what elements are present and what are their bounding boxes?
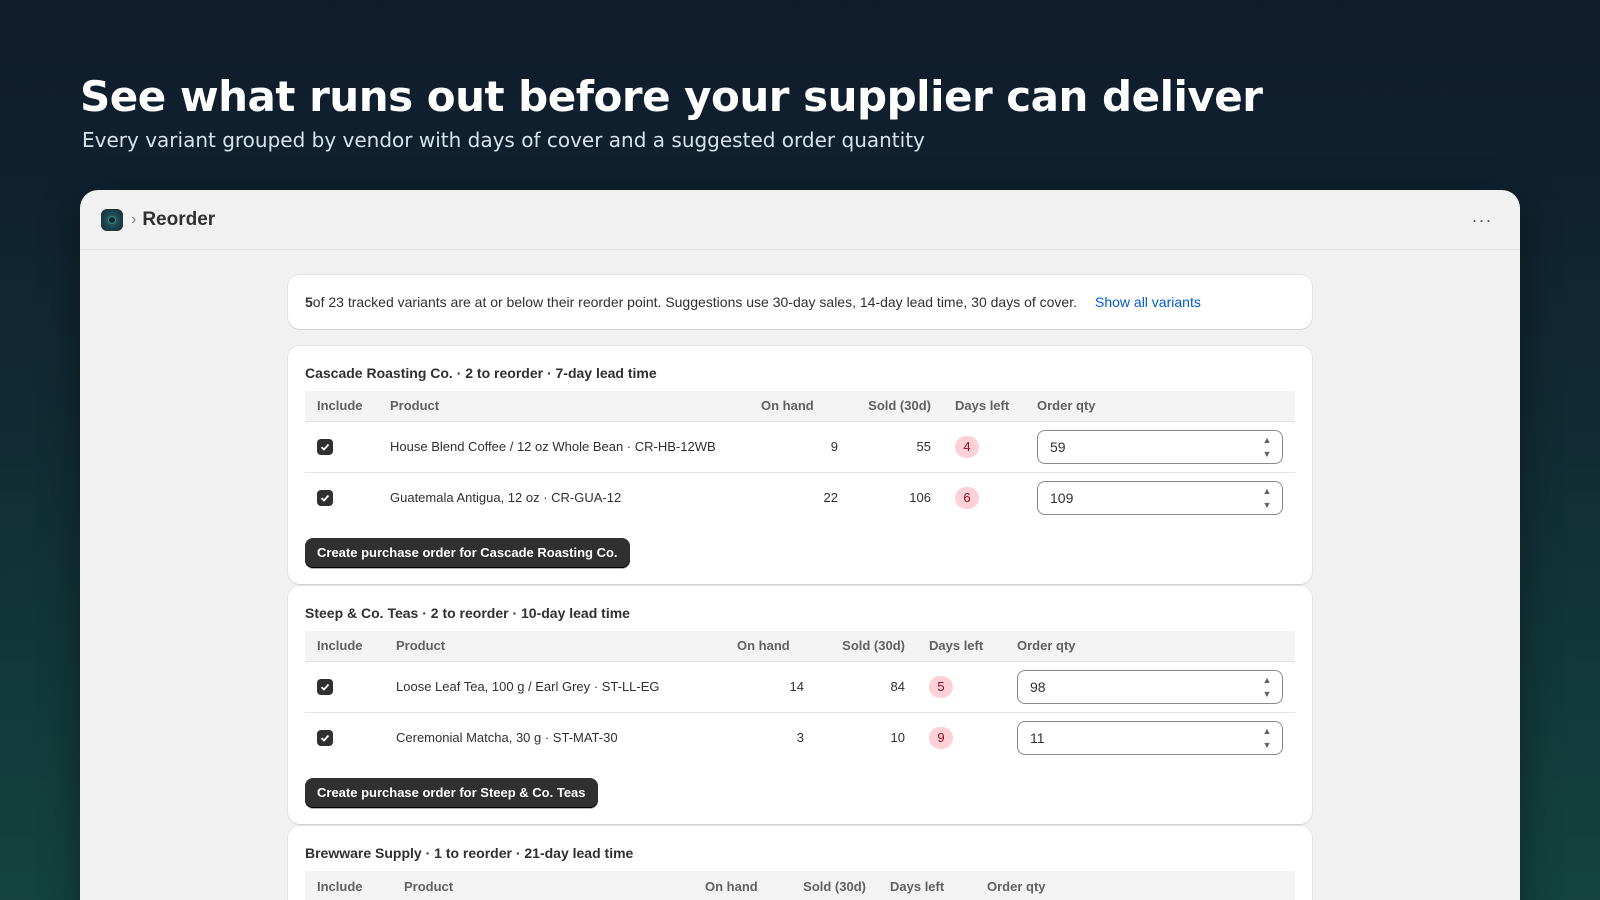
banner-count: 5 <box>305 294 313 310</box>
col-sold: Sold (30d) <box>803 878 866 894</box>
create-po-button[interactable]: Create purchase order for Cascade Roasti… <box>305 538 630 568</box>
include-checkbox[interactable] <box>317 678 333 695</box>
table-row: Guatemala Antigua, 12 oz · CR-GUA-12 22 … <box>305 471 1295 523</box>
chevron-down-icon[interactable]: ▼ <box>1263 499 1272 511</box>
on-hand-value: 22 <box>749 471 850 523</box>
chevron-up-icon[interactable]: ▲ <box>1263 485 1272 497</box>
vendor-card: Steep & Co. Teas · 2 to reorder · 10-day… <box>288 586 1312 824</box>
col-on-hand: On hand <box>761 398 814 414</box>
col-product: Product <box>396 638 446 654</box>
reorder-table: Include Product On hand Sold (30d) Days … <box>305 631 1295 763</box>
qty-stepper[interactable]: ▲ ▼ <box>1258 485 1276 511</box>
summary-banner: 5 of 23 tracked variants are at or below… <box>288 275 1312 329</box>
col-sold: Sold (30d) <box>868 398 931 414</box>
more-actions-button[interactable]: ··· <box>1470 208 1494 232</box>
table-header: Include Product On hand Sold (30d) Days … <box>305 391 1295 421</box>
order-qty-input[interactable]: 59 ▲ ▼ <box>1037 429 1283 464</box>
col-include: Include <box>317 878 363 894</box>
table-row: Ceremonial Matcha, 30 g · ST-MAT-30 3 10… <box>305 711 1295 763</box>
page-title: Reorder <box>142 208 216 230</box>
order-qty-input[interactable]: 109 ▲ ▼ <box>1037 480 1283 515</box>
col-order-qty: Order qty <box>1037 398 1096 414</box>
chevron-down-icon[interactable]: ▼ <box>1263 688 1272 700</box>
col-on-hand: On hand <box>737 638 790 654</box>
vendor-card: Cascade Roasting Co. · 2 to reorder · 7-… <box>288 346 1312 584</box>
days-left-badge: 6 <box>955 486 979 509</box>
order-qty-value: 59 <box>1050 438 1066 455</box>
col-product: Product <box>404 878 454 894</box>
checkmark-icon <box>320 494 330 502</box>
chevron-up-icon[interactable]: ▲ <box>1263 725 1272 737</box>
sold-value: 10 <box>816 711 917 763</box>
table-row: House Blend Coffee / 12 oz Whole Bean · … <box>305 420 1295 472</box>
table-header: Include Product On hand Sold (30d) Days … <box>305 871 1295 900</box>
days-left-badge: 5 <box>929 675 953 698</box>
table-row: Loose Leaf Tea, 100 g / Earl Grey · ST-L… <box>305 660 1295 712</box>
qty-stepper[interactable]: ▲ ▼ <box>1258 434 1276 460</box>
col-order-qty: Order qty <box>1017 638 1076 654</box>
app-logo-icon[interactable] <box>101 208 123 231</box>
order-qty-value: 98 <box>1030 678 1046 695</box>
order-qty-input[interactable]: 98 ▲ ▼ <box>1017 669 1283 704</box>
main-content: 5 of 23 tracked variants are at or below… <box>288 275 1312 900</box>
col-days-left: Days left <box>955 398 1010 414</box>
top-bar: › Reorder ··· <box>80 190 1520 250</box>
on-hand-value: 3 <box>725 711 816 763</box>
on-hand-value: 14 <box>725 660 816 712</box>
table-header: Include Product On hand Sold (30d) Days … <box>305 631 1295 661</box>
include-checkbox[interactable] <box>317 730 333 747</box>
checkmark-icon <box>320 683 330 691</box>
hero: See what runs out before your supplier c… <box>80 70 1263 152</box>
order-qty-value: 11 <box>1030 729 1045 746</box>
days-left-badge: 9 <box>929 726 953 749</box>
create-po-button[interactable]: Create purchase order for Steep & Co. Te… <box>305 778 598 808</box>
order-qty-value: 109 <box>1050 489 1074 506</box>
col-order-qty: Order qty <box>987 878 1046 894</box>
product-name: House Blend Coffee / 12 oz Whole Bean · … <box>378 420 749 472</box>
chevron-up-icon[interactable]: ▲ <box>1263 674 1272 686</box>
checkmark-icon <box>320 443 330 451</box>
on-hand-value: 9 <box>749 420 850 472</box>
product-name: Guatemala Antigua, 12 oz · CR-GUA-12 <box>378 471 749 523</box>
days-left-badge: 4 <box>955 435 979 458</box>
chevron-up-icon[interactable]: ▲ <box>1263 434 1272 446</box>
vendor-heading: Cascade Roasting Co. · 2 to reorder · 7-… <box>305 365 657 381</box>
col-sold: Sold (30d) <box>842 638 905 654</box>
reorder-table: Include Product On hand Sold (30d) Days … <box>305 871 1295 900</box>
col-include: Include <box>317 638 363 654</box>
banner-text: of 23 tracked variants are at or below t… <box>312 294 1077 310</box>
vendor-heading: Steep & Co. Teas · 2 to reorder · 10-day… <box>305 605 630 621</box>
qty-stepper[interactable]: ▲ ▼ <box>1258 725 1276 751</box>
col-days-left: Days left <box>890 878 945 894</box>
col-include: Include <box>317 398 363 414</box>
chevron-down-icon[interactable]: ▼ <box>1263 448 1272 460</box>
qty-stepper[interactable]: ▲ ▼ <box>1258 674 1276 700</box>
show-all-variants-link[interactable]: Show all variants <box>1095 294 1201 310</box>
vendor-heading: Brewware Supply · 1 to reorder · 21-day … <box>305 845 634 861</box>
product-name: Loose Leaf Tea, 100 g / Earl Grey · ST-L… <box>384 660 725 712</box>
checkmark-icon <box>320 734 330 742</box>
col-product: Product <box>390 398 440 414</box>
breadcrumb-chevron-icon: › <box>131 210 137 228</box>
sold-value: 55 <box>850 420 943 472</box>
app-window: › Reorder ··· 5 of 23 tracked variants a… <box>80 190 1520 900</box>
hero-title: See what runs out before your supplier c… <box>80 72 1263 121</box>
product-name: Ceremonial Matcha, 30 g · ST-MAT-30 <box>384 711 725 763</box>
col-on-hand: On hand <box>705 878 758 894</box>
reorder-table: Include Product On hand Sold (30d) Days … <box>305 391 1295 523</box>
order-qty-input[interactable]: 11 ▲ ▼ <box>1017 720 1283 755</box>
sold-value: 84 <box>816 660 917 712</box>
sold-value: 106 <box>850 471 943 523</box>
vendor-card: Brewware Supply · 1 to reorder · 21-day … <box>288 826 1312 900</box>
hero-subtitle: Every variant grouped by vendor with day… <box>82 128 925 152</box>
include-checkbox[interactable] <box>317 438 333 455</box>
col-days-left: Days left <box>929 638 984 654</box>
chevron-down-icon[interactable]: ▼ <box>1263 739 1272 751</box>
include-checkbox[interactable] <box>317 490 333 507</box>
